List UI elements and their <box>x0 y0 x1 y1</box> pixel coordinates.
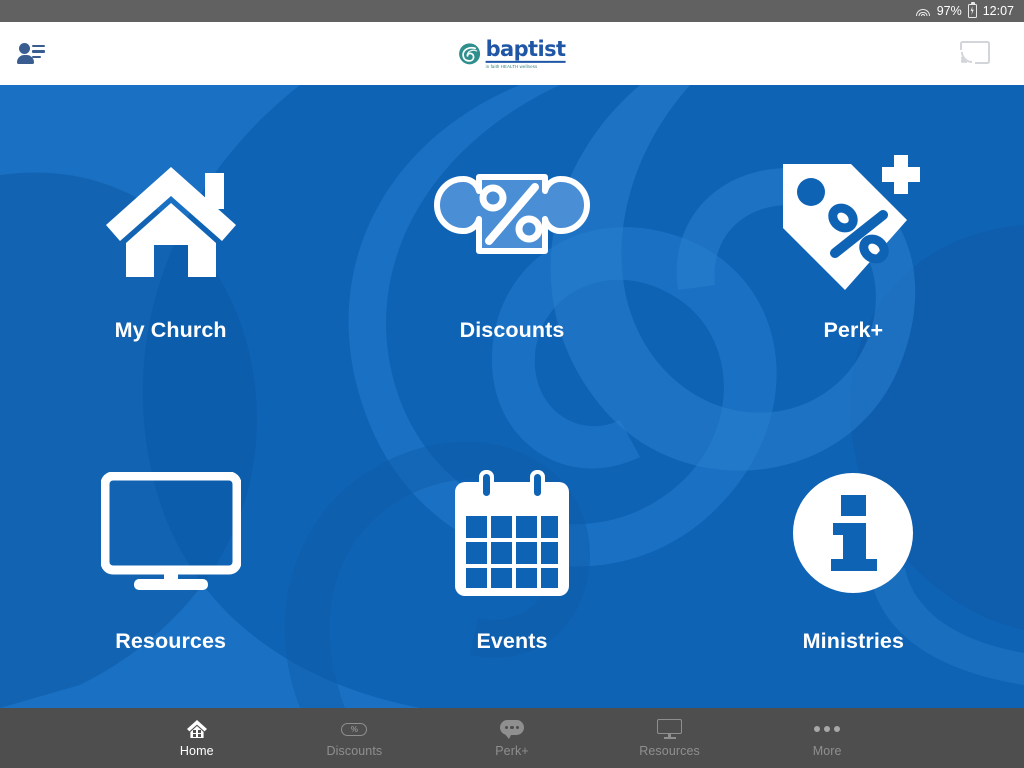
bottom-navigation-bar: Home % Discounts Perk+ Resources More <box>0 708 1024 768</box>
nav-label: Perk+ <box>495 744 529 758</box>
nav-item-resources[interactable]: Resources <box>591 708 749 768</box>
tile-label: Resources <box>115 629 227 654</box>
home-icon <box>186 718 208 740</box>
tile-label: Ministries <box>802 629 905 654</box>
monitor-icon <box>657 718 683 740</box>
contacts-icon <box>17 42 47 66</box>
nav-label: Home <box>179 744 214 758</box>
nav-label: Resources <box>639 744 700 758</box>
tile-label: Perk+ <box>823 317 884 342</box>
nav-item-perk[interactable]: Perk+ <box>433 708 591 768</box>
brand-tagline: in faith HEALTH wellness <box>485 63 538 69</box>
tile-label: My Church <box>114 317 227 342</box>
brand-divider <box>485 60 566 63</box>
info-circle-icon <box>791 450 915 615</box>
chat-bubble-icon <box>499 718 524 740</box>
tile-events[interactable]: Events <box>341 397 682 709</box>
clock-label: 12:07 <box>982 4 1014 18</box>
wifi-icon <box>916 5 931 17</box>
cast-icon <box>960 40 990 64</box>
nav-item-home[interactable]: Home <box>118 708 276 768</box>
battery-charging-icon <box>967 2 977 18</box>
tile-discounts[interactable]: Discounts <box>341 85 682 397</box>
tile-label: Events <box>476 629 548 654</box>
nav-label: More <box>812 744 842 758</box>
tile-ministries[interactable]: Ministries <box>683 397 1024 709</box>
status-bar: 97% 12:07 <box>0 0 1024 22</box>
nav-item-more[interactable]: More <box>748 708 906 768</box>
monitor-icon <box>100 450 241 615</box>
home-content: My Church Discounts Perk+ Resources Even… <box>0 85 1024 708</box>
calendar-icon <box>453 450 571 615</box>
coupon-percent-icon <box>419 139 605 304</box>
tile-grid: My Church Discounts Perk+ Resources Even… <box>0 85 1024 708</box>
discount-tag-icon: % <box>341 718 368 740</box>
brand-logo: baptist in faith HEALTH wellness <box>459 38 566 68</box>
tile-label: Discounts <box>459 317 565 342</box>
price-tag-plus-icon <box>773 139 933 304</box>
cast-button[interactable] <box>960 40 994 67</box>
contacts-button[interactable] <box>0 22 64 85</box>
baptist-swirl-logo-icon <box>459 42 481 64</box>
battery-percent-label: 97% <box>936 4 962 18</box>
tile-perk-plus[interactable]: Perk+ <box>683 85 1024 397</box>
app-header: baptist in faith HEALTH wellness <box>0 22 1024 85</box>
tile-my-church[interactable]: My Church <box>0 85 341 397</box>
nav-item-discounts[interactable]: % Discounts <box>276 708 434 768</box>
brand-name: baptist <box>485 36 566 61</box>
house-icon <box>104 139 238 304</box>
nav-label: Discounts <box>326 744 383 758</box>
tile-resources[interactable]: Resources <box>0 397 341 709</box>
ellipsis-icon <box>814 718 841 740</box>
